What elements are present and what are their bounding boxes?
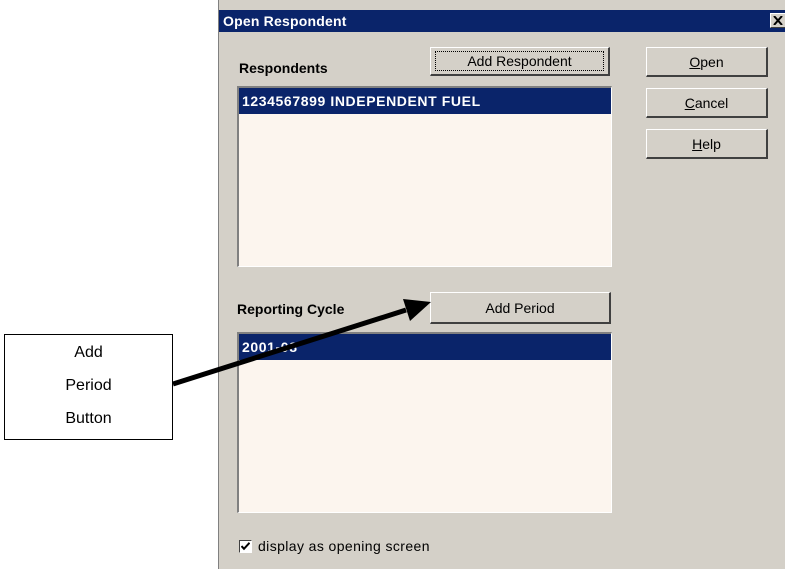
reporting-cycle-list[interactable]: 2001-08 [237, 332, 612, 513]
add-period-label: Add Period [485, 299, 555, 316]
close-icon [773, 15, 783, 26]
reporting-cycle-label: Reporting Cycle [237, 301, 345, 317]
callout-line-1: Add [74, 344, 103, 361]
cancel-button[interactable]: Cancel [646, 88, 768, 118]
respondents-label: Respondents [239, 60, 328, 76]
help-accel: H [692, 135, 703, 152]
respondent-list-item[interactable]: 1234567899 INDEPENDENT FUEL [239, 88, 611, 114]
add-respondent-button[interactable]: Add Respondent [430, 47, 610, 76]
open-respondent-dialog: Open Respondent Respondents Add Responde… [218, 0, 785, 569]
callout-box: Add Period Button [4, 334, 173, 440]
open-accel: O [689, 53, 701, 70]
cancel-accel: C [684, 94, 695, 111]
open-button[interactable]: Open [646, 47, 768, 77]
close-button[interactable] [770, 13, 785, 28]
add-respondent-label: Add Respondent [435, 51, 604, 71]
respondents-list[interactable]: 1234567899 INDEPENDENT FUEL [237, 86, 612, 267]
help-label: elp [702, 135, 721, 152]
page: Open Respondent Respondents Add Responde… [0, 0, 785, 569]
title-bar[interactable]: Open Respondent [219, 10, 785, 32]
display-as-opening-screen-label: display as opening screen [258, 538, 430, 554]
help-button[interactable]: Help [646, 129, 768, 159]
checkmark-icon [241, 542, 250, 551]
open-label: pen [700, 53, 724, 70]
add-period-button[interactable]: Add Period [430, 292, 611, 324]
callout-line-3: Button [65, 410, 112, 427]
cancel-label: ancel [694, 94, 729, 111]
callout-line-2: Period [65, 377, 112, 394]
dialog-title: Open Respondent [223, 13, 347, 29]
reporting-cycle-list-item[interactable]: 2001-08 [239, 334, 611, 360]
display-as-opening-screen-checkbox[interactable] [239, 540, 252, 553]
